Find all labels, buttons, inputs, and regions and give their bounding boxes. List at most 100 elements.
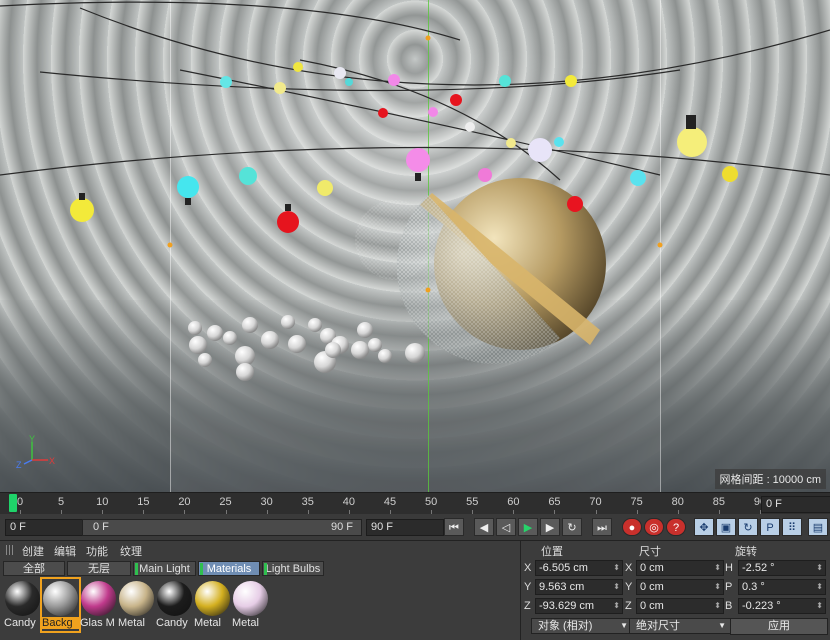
material-swatch[interactable]: Backg [40,577,81,633]
material-swatch[interactable]: Candy [4,579,41,631]
spinner-icon[interactable]: ⬍ [613,580,620,594]
frame-tick-label: 30 [260,496,273,508]
frame-tick-label: 25 [219,496,232,508]
rotation-axis-label: H [725,562,733,574]
rotation-field[interactable]: -0.223 ° ⬍ [738,598,826,614]
rotation-field[interactable]: 0.3 ° ⬍ [738,579,826,595]
key-info-button[interactable]: ? [666,518,686,536]
spinner-icon[interactable]: ⬍ [613,599,620,613]
axis-y-label: Y [29,434,35,444]
tab-all[interactable]: 全部 [3,561,65,576]
frame-tick-label: 50 [424,496,438,508]
position-field[interactable]: -6.505 cm ⬍ [535,560,623,576]
spinner-icon[interactable]: ⬍ [613,561,620,575]
panel-grip-icon[interactable] [6,545,14,555]
material-swatch[interactable]: Candy [156,579,193,631]
move-tool-button[interactable]: ✥ [694,518,714,536]
grid-tool-button[interactable]: ⠿ [782,518,802,536]
film-tool-button[interactable]: ▤ [808,518,828,536]
position-axis-label: X [524,562,532,574]
apply-button[interactable]: 应用 [730,618,828,635]
scale-tool-button[interactable]: ▣ [716,518,736,536]
size-field[interactable]: 0 cm ⬍ [636,598,724,614]
frame-tick-label: 40 [342,496,355,508]
position-header: 位置 [541,546,563,558]
tab-materials[interactable]: Materials [198,561,260,576]
menu-create[interactable]: 创建 [22,543,44,559]
material-swatch[interactable]: Glas M [80,579,117,631]
axis-x-label: X [49,456,55,466]
frame-ruler[interactable]: 0 5 10 15 20 25 30 35 40 45 50 55 60 65 70 75 80 85 90 [8,493,766,515]
param-tool-button[interactable]: P [760,518,780,536]
material-preview-ball [5,581,40,616]
size-field[interactable]: 0 cm ⬍ [636,560,724,576]
position-field[interactable]: -93.629 cm ⬍ [535,598,623,614]
material-layer-tabs: 全部 无层 Main Light Materials Light Bulbs [0,561,520,577]
spinner-icon[interactable]: ⬍ [816,561,823,575]
end-frame-field[interactable]: 90 F [366,519,444,536]
position-value: -6.505 cm [539,562,588,574]
material-swatch[interactable]: Metal [194,579,231,631]
material-name: Glas M [80,617,115,629]
size-mode-dropdown[interactable]: 绝对尺寸 ▼ [629,618,731,634]
frame-tick-label: 85 [712,496,725,508]
coordinate-mode-dropdown[interactable]: 对象 (相对) ▼ [531,618,633,634]
material-name: Candy [156,617,188,629]
spinner-icon[interactable]: ⬍ [816,580,823,594]
spinner-icon[interactable]: ⬍ [714,561,721,575]
size-field[interactable]: 0 cm ⬍ [636,579,724,595]
auto-key-button[interactable]: ◎ [644,518,664,536]
tab-main-light[interactable]: Main Light [133,561,196,576]
material-swatch[interactable]: Metal [118,579,155,631]
3d-viewport[interactable]: Y X Z 网格间距 : 10000 cm [0,0,830,492]
size-value: 0 cm [640,581,664,593]
rotation-field[interactable]: -2.52 ° ⬍ [738,560,826,576]
material-swatch[interactable]: Metal [232,579,269,631]
axis-z-label: Z [16,460,22,470]
rotation-header: 旋转 [735,546,757,558]
size-header: 尺寸 [639,546,661,558]
next-key-button[interactable]: ▶ [540,518,560,536]
tab-light-bulbs[interactable]: Light Bulbs [262,561,324,576]
rotation-axis-label: P [725,581,733,593]
rotation-value: -2.52 ° [742,562,775,574]
rotate-tool-button[interactable]: ↻ [738,518,758,536]
playhead[interactable] [9,494,17,512]
material-manager: 创建 编辑 功能 纹理 全部 无层 Main Light Materials L… [0,541,521,640]
material-name: Metal [118,617,145,629]
frame-tick-label: 0 [16,496,24,508]
frame-tick-label: 80 [671,496,684,508]
current-frame-field[interactable]: 0 F [761,496,830,513]
play-backward-button[interactable]: ◁ [496,518,516,536]
loop-button[interactable]: ↻ [562,518,582,536]
range-end-label: 90 F [330,521,353,533]
range-start-label: 0 F [93,521,109,533]
record-button[interactable]: ● [622,518,642,536]
menu-edit[interactable]: 编辑 [54,543,76,559]
menu-texture[interactable]: 纹理 [120,543,142,559]
material-name: Metal [232,617,259,629]
start-frame-field[interactable]: 0 F [5,519,83,536]
menu-function[interactable]: 功能 [86,543,108,559]
position-field[interactable]: 9.563 cm ⬍ [535,579,623,595]
goto-end-button[interactable]: ⏭ [592,518,612,536]
frame-tick-label: 20 [178,496,191,508]
coordinate-manager: 位置 尺寸 旋转 X -6.505 cm ⬍ X 0 cm ⬍ H -2.52 ° ⬍ Y 9.56… [521,541,830,640]
prev-key-button[interactable]: ◀ [474,518,494,536]
timeline-ruler[interactable]: 0 5 10 15 20 25 30 35 40 45 50 55 60 65 70 75 80 85 90 0 F [0,492,830,515]
material-preview-ball [157,581,192,616]
spinner-icon[interactable]: ⬍ [714,599,721,613]
spinner-icon[interactable]: ⬍ [714,580,721,594]
position-axis-label: Y [524,581,532,593]
tab-no-layer[interactable]: 无层 [67,561,131,576]
scene-render [0,1,830,381]
play-button[interactable]: ▶ [518,518,538,536]
goto-start-button[interactable]: ⏮ [444,518,464,536]
spinner-icon[interactable]: ⬍ [816,599,823,613]
preview-range-slider[interactable]: 0 F 90 F [82,519,362,536]
frame-tick-label: 35 [301,496,314,508]
rotation-value: -0.223 ° [742,600,781,612]
frame-tick-label: 65 [548,496,561,508]
material-preview-ball [81,581,116,616]
position-axis-label: Z [524,600,531,612]
